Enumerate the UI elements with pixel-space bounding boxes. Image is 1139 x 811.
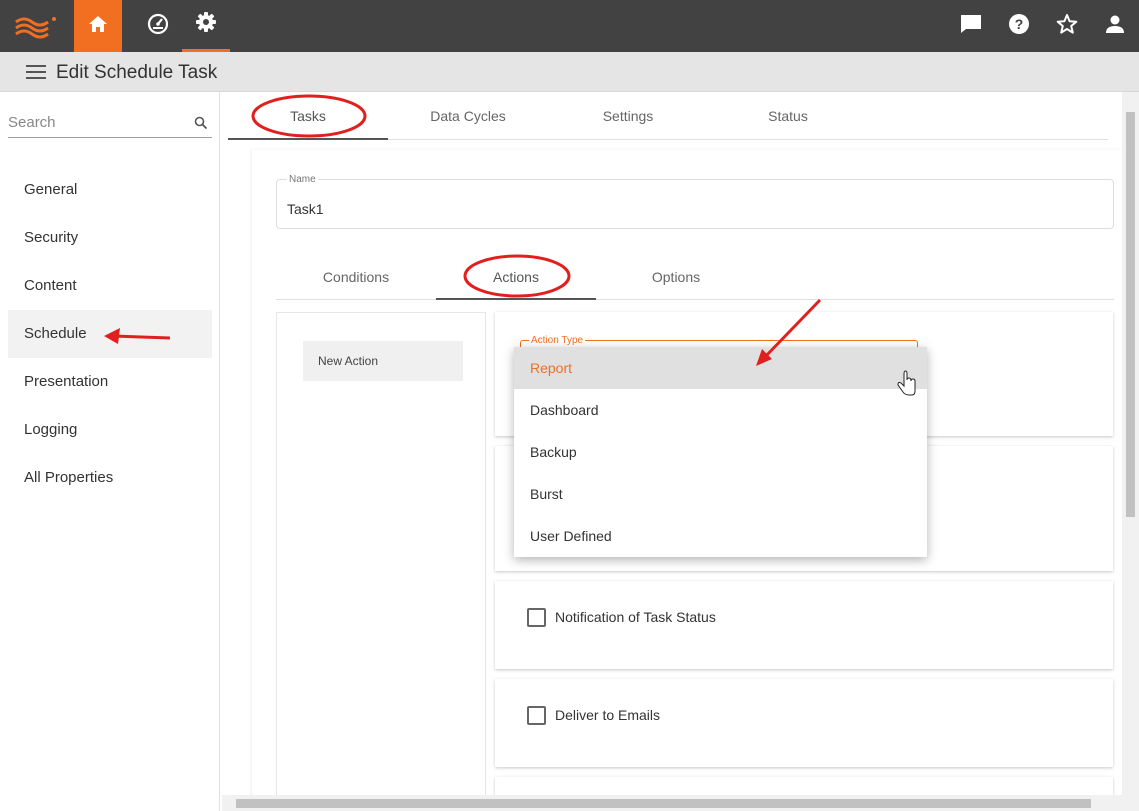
home-icon [88,15,108,38]
tab-tasks[interactable]: Tasks [228,92,388,140]
search-placeholder: Search [8,114,56,131]
horizontal-scroll-thumb[interactable] [236,799,1091,808]
name-field[interactable]: Name Task1 [276,174,1114,229]
scrollbar-corner [1122,795,1139,811]
star-icon [1056,13,1078,40]
sidebar-item-schedule[interactable]: Schedule [8,310,212,358]
action-type-label: Action Type [529,335,586,346]
deliver-emails-card: Deliver to Emails [495,679,1113,767]
account-button[interactable] [1095,0,1135,52]
vertical-scrollbar[interactable] [1122,92,1139,795]
tab-status[interactable]: Status [708,92,868,140]
sidebar-item-general[interactable]: General [8,166,212,214]
tab-bar: Tasks Data Cycles Settings Status [228,92,1108,140]
option-dashboard[interactable]: Dashboard [514,389,927,431]
help-button[interactable]: ? [999,0,1039,52]
page-title: Edit Schedule Task [56,62,218,83]
horizontal-scrollbar[interactable] [222,795,1122,811]
favorites-button[interactable] [1047,0,1087,52]
menu-icon[interactable] [26,65,46,79]
sidebar-item-all-properties[interactable]: All Properties [8,454,212,502]
help-icon: ? [1008,13,1030,40]
tab-settings[interactable]: Settings [548,92,708,140]
sidebar-item-security[interactable]: Security [8,214,212,262]
actions-list: New Action [276,312,486,811]
search-input[interactable]: Search [8,112,212,138]
sidebar: Search General Security Content Schedule… [0,92,220,811]
notification-label: Notification of Task Status [555,609,716,625]
gear-icon [195,11,217,38]
option-burst[interactable]: Burst [514,473,927,515]
subtab-conditions[interactable]: Conditions [276,254,436,300]
top-app-bar: ? [0,0,1139,52]
subtab-options[interactable]: Options [596,254,756,300]
vertical-scroll-thumb[interactable] [1126,112,1135,517]
new-action-item[interactable]: New Action [303,341,463,381]
search-icon[interactable] [194,116,208,135]
tab-data-cycles[interactable]: Data Cycles [388,92,548,140]
notification-checkbox[interactable] [527,608,546,627]
svg-text:?: ? [1015,16,1024,32]
name-field-label: Name [287,174,318,185]
option-user-defined[interactable]: User Defined [514,515,927,557]
option-backup[interactable]: Backup [514,431,927,473]
sidebar-item-presentation[interactable]: Presentation [8,358,212,406]
user-icon [1105,14,1125,39]
name-field-value[interactable]: Task1 [287,201,324,217]
task-subtab-bar: Conditions Actions Options [276,254,1114,300]
action-type-dropdown: Report Dashboard Backup Burst User Defin… [514,347,927,557]
dashboard-gauge-icon [147,13,169,40]
messages-button[interactable] [951,0,991,52]
deliver-emails-label: Deliver to Emails [555,707,661,723]
sidebar-item-logging[interactable]: Logging [8,406,212,454]
brand-logo-icon[interactable] [14,12,60,40]
home-nav-button[interactable] [74,0,122,52]
notification-card: Notification of Task Status [495,581,1113,669]
message-icon [960,14,982,39]
settings-nav-button[interactable] [182,0,230,52]
deliver-emails-checkbox[interactable] [527,706,546,725]
sidebar-item-content[interactable]: Content [8,262,212,310]
subtab-actions[interactable]: Actions [436,254,596,300]
dashboard-nav-button[interactable] [134,0,182,52]
option-report[interactable]: Report [514,347,927,389]
page-header: Edit Schedule Task [0,52,1139,92]
